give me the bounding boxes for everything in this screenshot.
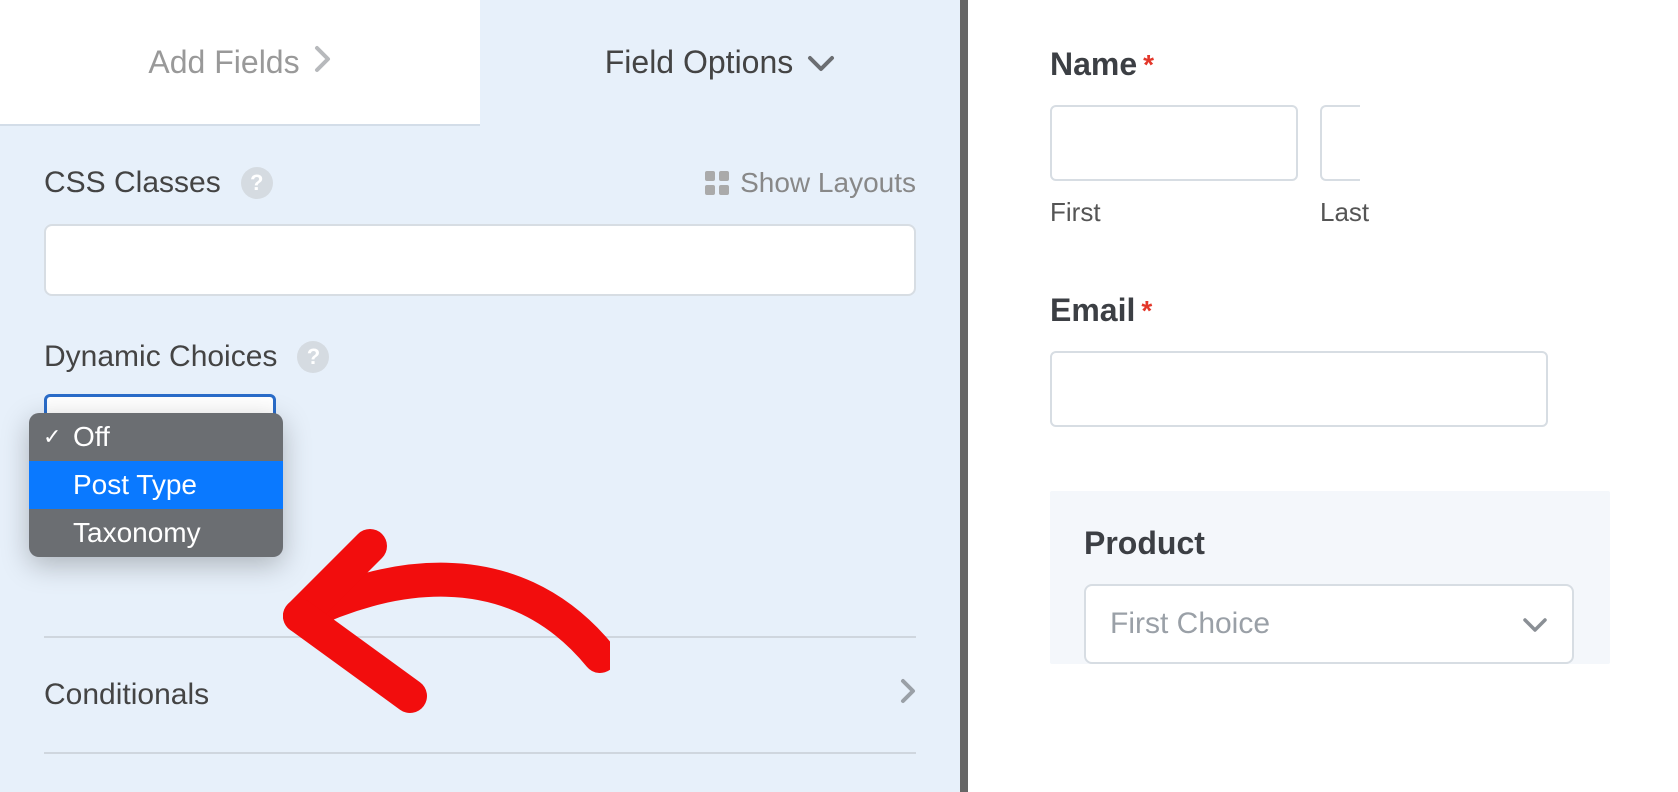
field-options-panel: Add Fields Field Options CSS Classes ? xyxy=(0,0,968,792)
grid-icon xyxy=(704,170,730,196)
chevron-right-icon xyxy=(900,678,916,712)
css-classes-section: CSS Classes ? Show Layouts xyxy=(44,166,916,296)
last-sublabel: Last xyxy=(1320,197,1568,228)
dynamic-choices-dropdown: Off Post Type Taxonomy xyxy=(29,413,283,557)
tab-add-fields[interactable]: Add Fields xyxy=(0,0,480,126)
conditionals-row[interactable]: Conditionals xyxy=(44,638,916,752)
required-indicator: * xyxy=(1141,295,1152,327)
css-classes-label: CSS Classes xyxy=(44,166,221,200)
builder-tabs: Add Fields Field Options xyxy=(0,0,960,126)
name-label: Name xyxy=(1050,46,1137,83)
show-layouts-button[interactable]: Show Layouts xyxy=(704,167,916,199)
dynamic-choices-label: Dynamic Choices xyxy=(44,340,277,374)
help-icon[interactable]: ? xyxy=(297,341,329,373)
form-preview-panel: Name * First Last Email * Product First … xyxy=(968,0,1678,792)
first-name-input[interactable] xyxy=(1050,105,1298,181)
first-sublabel: First xyxy=(1050,197,1298,228)
email-input[interactable] xyxy=(1050,351,1548,427)
chevron-down-icon xyxy=(807,44,835,81)
conditionals-label: Conditionals xyxy=(44,678,209,712)
chevron-right-icon xyxy=(314,44,332,81)
product-select[interactable]: First Choice xyxy=(1084,584,1574,664)
css-classes-input[interactable] xyxy=(44,224,916,296)
help-icon[interactable]: ? xyxy=(241,167,273,199)
tab-field-options-label: Field Options xyxy=(605,44,794,81)
dynamic-choices-section: Dynamic Choices ? Off Post Type Taxonomy xyxy=(44,340,916,456)
chevron-down-icon xyxy=(1522,607,1548,641)
dropdown-option-post-type[interactable]: Post Type xyxy=(29,461,283,509)
email-label: Email xyxy=(1050,292,1135,329)
tab-add-fields-label: Add Fields xyxy=(148,44,299,81)
divider xyxy=(44,752,916,754)
panel-body: CSS Classes ? Show Layouts Dynamic Choic… xyxy=(0,126,960,792)
product-select-value: First Choice xyxy=(1110,607,1270,641)
dynamic-choices-select[interactable]: Off Post Type Taxonomy xyxy=(44,394,276,456)
product-field: Product First Choice xyxy=(1050,491,1610,664)
last-name-input[interactable] xyxy=(1320,105,1360,181)
product-label: Product xyxy=(1084,525,1205,562)
dropdown-option-taxonomy[interactable]: Taxonomy xyxy=(29,509,283,557)
tab-field-options[interactable]: Field Options xyxy=(480,0,960,126)
email-field: Email * xyxy=(1050,292,1678,427)
dropdown-option-off[interactable]: Off xyxy=(29,413,283,461)
required-indicator: * xyxy=(1143,49,1154,81)
show-layouts-label: Show Layouts xyxy=(740,167,916,199)
name-field: Name * First Last xyxy=(1050,46,1678,228)
